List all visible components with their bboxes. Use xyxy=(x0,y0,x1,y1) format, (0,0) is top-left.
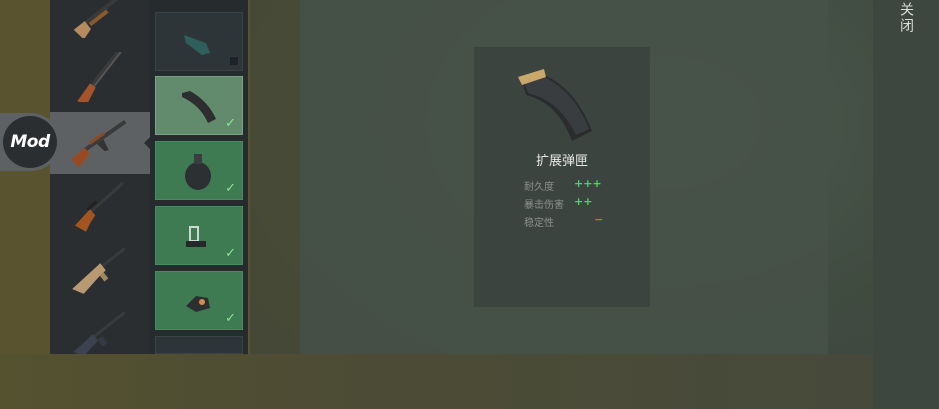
mod-slot-drum-magazine[interactable]: ✓ xyxy=(155,141,243,200)
ak-rifle-icon xyxy=(71,119,127,168)
assault-rifle-icon xyxy=(72,247,126,294)
mod-name: 扩展弹匣 xyxy=(535,154,588,169)
weapon-assault-rifle[interactable] xyxy=(50,240,150,302)
mod-slot-red-dot-sight[interactable]: ✓ xyxy=(155,271,243,330)
background-right xyxy=(873,0,939,409)
double-barrel-icon xyxy=(77,52,122,102)
background-bottom xyxy=(0,354,939,409)
mod-slot-list: ✓ ✓ ✓ ✓ xyxy=(150,0,248,354)
weapon-list xyxy=(50,0,150,354)
weapon-shotgun[interactable] xyxy=(50,0,150,44)
mod-detail-panel: 扩展弹匣 耐久度 +++ 暴击伤害 ++ 稳定性 − xyxy=(474,47,650,307)
mod-slot-grip[interactable] xyxy=(155,12,243,71)
equipped-check-icon: ✓ xyxy=(225,181,236,196)
weapon-ak-rifle[interactable] xyxy=(50,112,150,174)
equipped-check-icon: ✓ xyxy=(225,311,236,326)
extended-magazine-icon xyxy=(518,69,592,141)
close-button[interactable]: 关闭 xyxy=(890,2,916,42)
stat-durability-value: +++ xyxy=(574,177,602,190)
m4-rifle-icon xyxy=(73,311,126,354)
shotgun-icon xyxy=(73,0,124,38)
dragunov-icon xyxy=(74,182,124,232)
stat-stability-value: − xyxy=(594,213,604,226)
stat-stability: 稳定性 − xyxy=(524,213,604,229)
mod-slot-partial[interactable] xyxy=(155,336,243,354)
mod-slot-holo-sight[interactable]: ✓ xyxy=(155,206,243,265)
stat-durability: 耐久度 +++ xyxy=(524,177,602,193)
mod-badge[interactable]: Mod xyxy=(3,116,57,168)
mod-badge-label: Mod xyxy=(10,132,50,152)
equipped-check-icon: ✓ xyxy=(225,246,236,261)
grip-icon xyxy=(184,35,238,65)
weapon-dragunov[interactable] xyxy=(50,176,150,238)
weapon-double-barrel[interactable] xyxy=(50,46,150,108)
weapon-m4-rifle[interactable] xyxy=(50,304,150,354)
divider-shadow xyxy=(250,0,300,354)
stat-crit-damage-value: ++ xyxy=(574,195,593,208)
mod-slot-extended-magazine[interactable]: ✓ xyxy=(155,76,243,135)
stat-crit-damage: 暴击伤害 ++ xyxy=(524,195,593,211)
equipped-check-icon: ✓ xyxy=(225,116,236,131)
